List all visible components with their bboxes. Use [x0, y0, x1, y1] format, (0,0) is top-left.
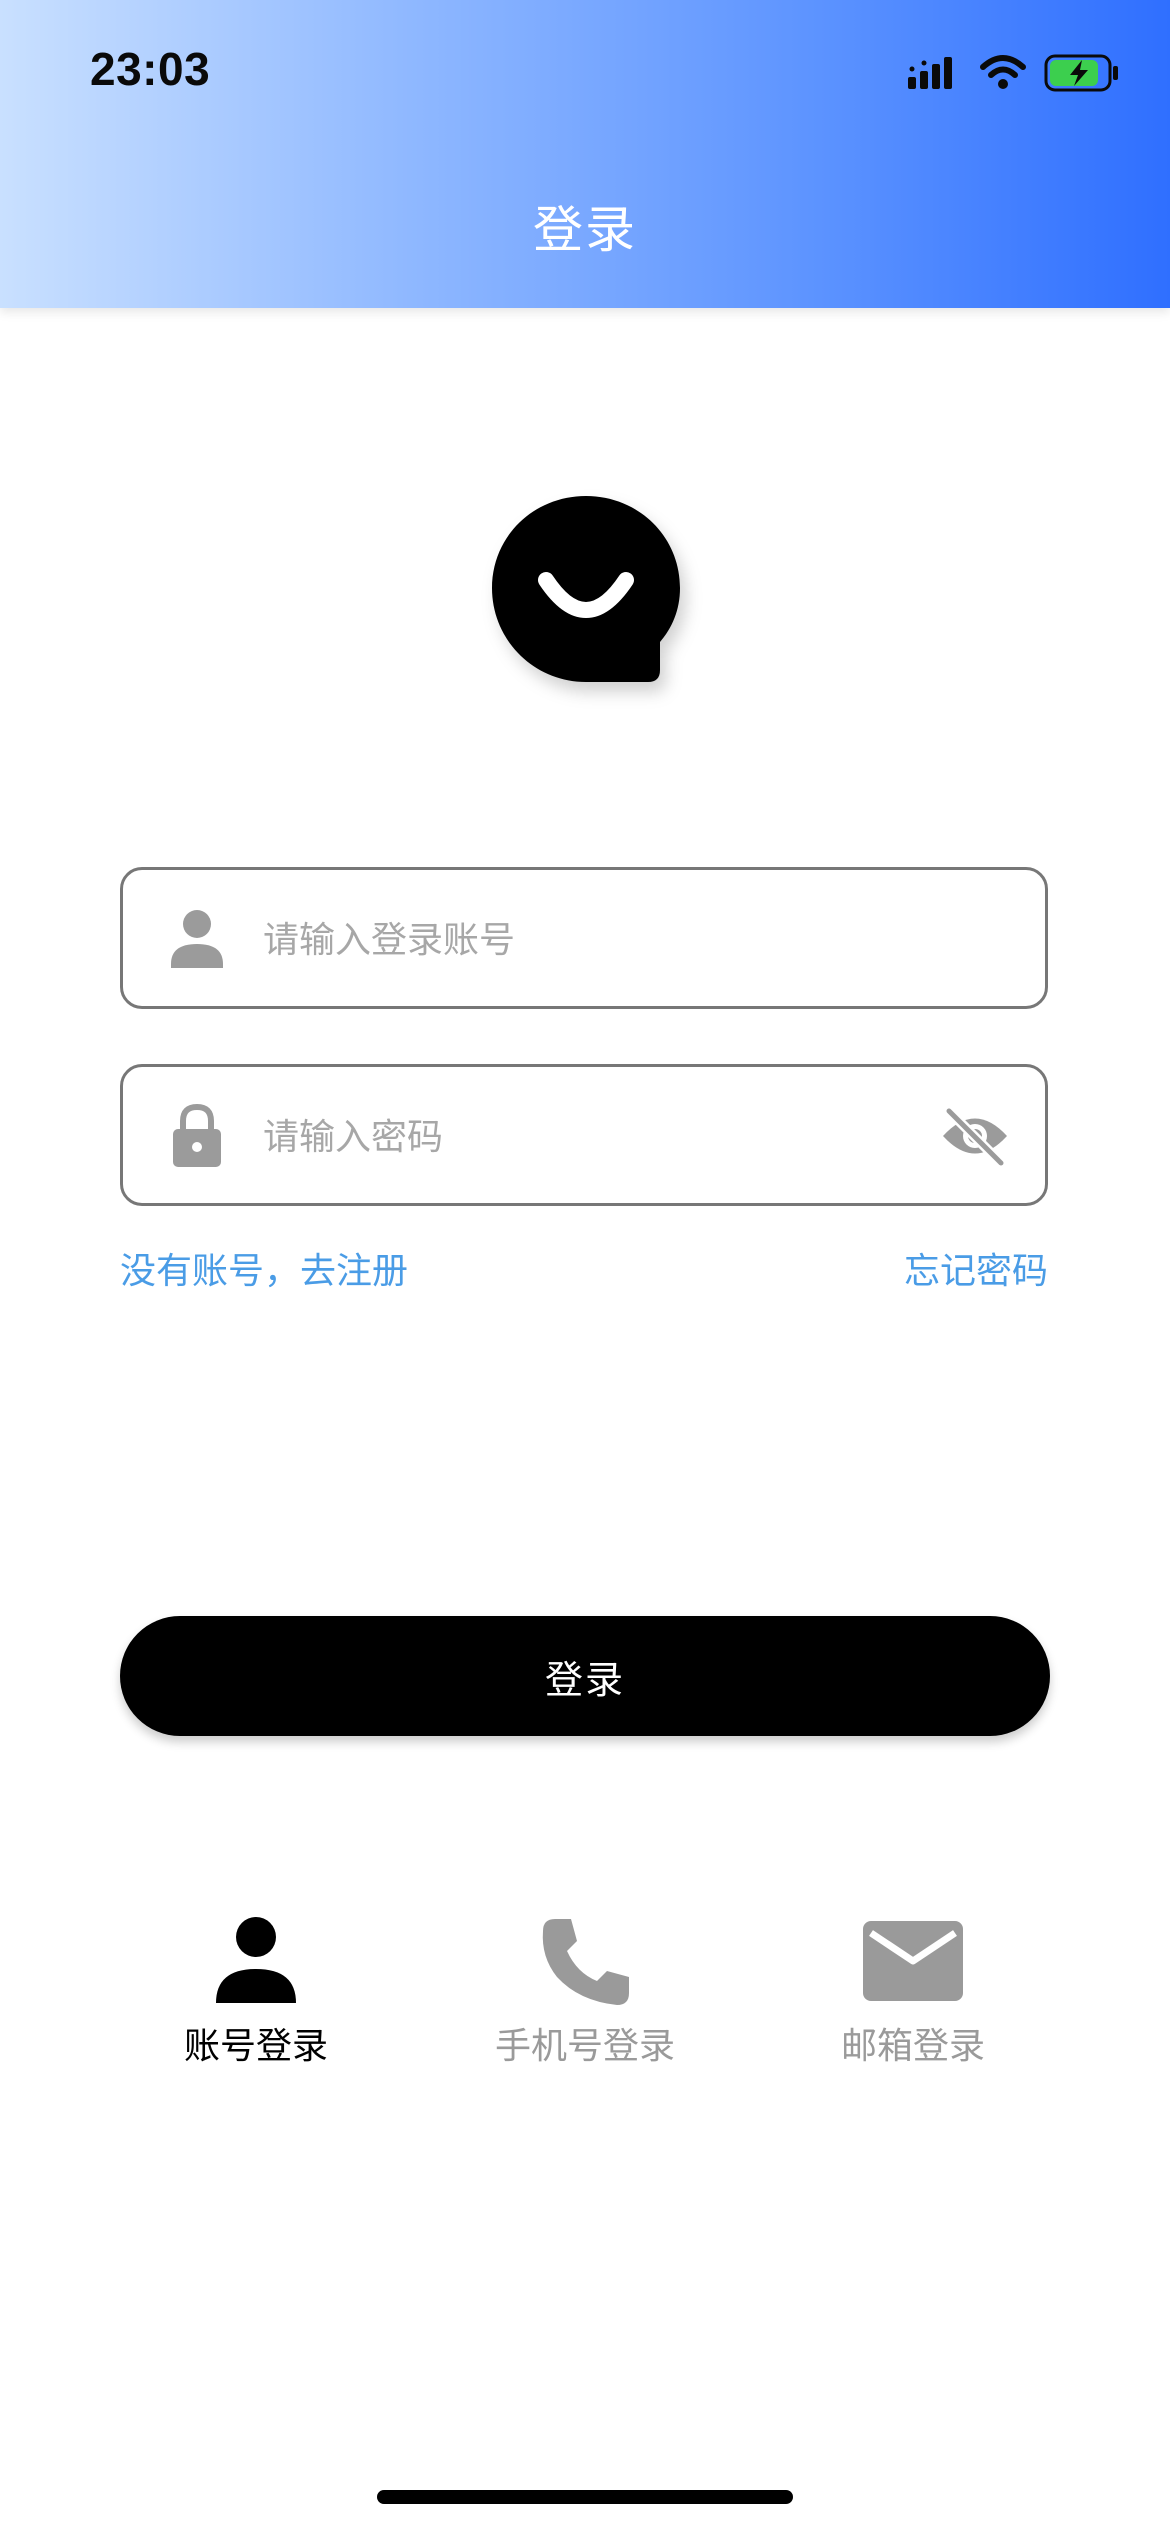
header-bar: 23:03 登录	[0, 0, 1170, 308]
forgot-password-link[interactable]: 忘记密码	[904, 1242, 1048, 1294]
person-icon	[171, 910, 223, 968]
phone-icon	[542, 1919, 629, 2005]
account-input[interactable]	[263, 900, 923, 980]
login-button[interactable]: 登录	[120, 1616, 1050, 1736]
mail-icon	[863, 1921, 963, 2001]
method-email-login[interactable]: 邮箱登录	[783, 1915, 1043, 2075]
password-input[interactable]	[263, 1097, 923, 1177]
app-logo	[492, 496, 680, 682]
lock-icon	[173, 1103, 221, 1167]
wifi-icon	[980, 55, 1026, 89]
battery-charging-icon	[1044, 54, 1118, 92]
eye-off-icon[interactable]	[939, 1105, 1011, 1167]
register-link[interactable]: 没有账号，去注册	[120, 1242, 408, 1294]
cellular-signal-icon	[908, 57, 952, 89]
status-time: 23:03	[90, 43, 211, 95]
method-label: 手机号登录	[494, 2026, 675, 2067]
method-label: 账号登录	[183, 2026, 328, 2067]
password-field[interactable]	[120, 1064, 1048, 1206]
home-indicator[interactable]	[377, 2490, 793, 2504]
page-title: 登录	[533, 201, 637, 259]
method-label: 邮箱登录	[840, 2026, 985, 2067]
account-field[interactable]	[120, 867, 1048, 1009]
method-phone-login[interactable]: 手机号登录	[455, 1915, 715, 2075]
status-icons	[908, 48, 1120, 98]
person-icon	[216, 1917, 296, 2003]
login-screen: 23:03 登录 请输入登录账号 没有账号，去注册 忘记密码 登录 账号登录 手…	[0, 0, 1170, 2532]
method-account-login[interactable]: 账号登录	[126, 1915, 386, 2075]
